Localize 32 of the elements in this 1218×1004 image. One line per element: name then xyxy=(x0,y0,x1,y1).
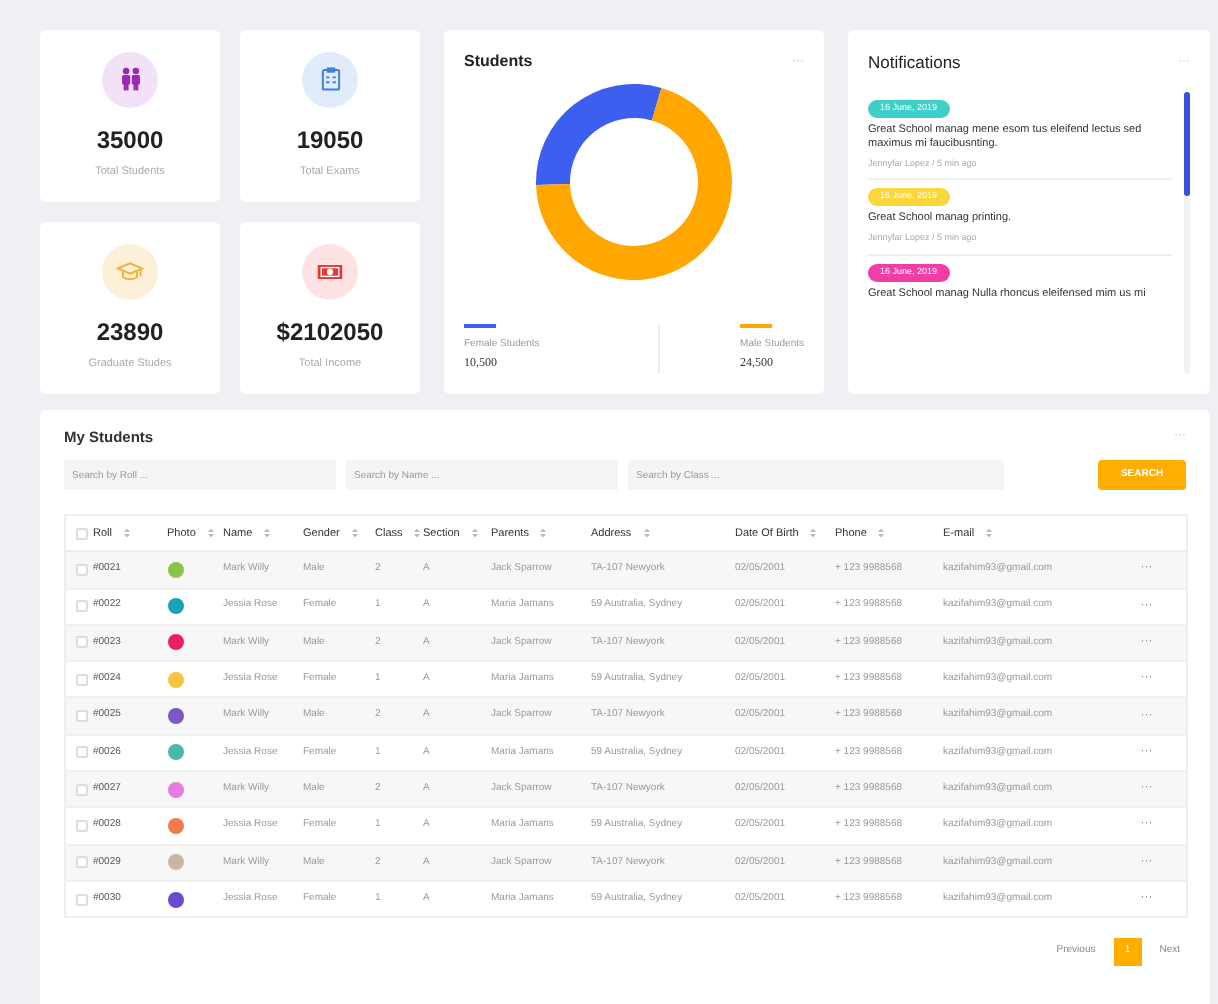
sort-icon[interactable] xyxy=(986,528,993,539)
scrollbar-thumb[interactable] xyxy=(1184,91,1190,196)
sort-icon[interactable] xyxy=(810,528,817,539)
stat-value: 19050 xyxy=(296,123,364,158)
sort-icon[interactable] xyxy=(540,528,547,539)
card-title: Students xyxy=(464,50,533,74)
clipboard-icon xyxy=(317,66,343,93)
stat-value: $2102050 xyxy=(276,315,384,350)
checkbox[interactable] xyxy=(76,600,88,613)
checkbox[interactable] xyxy=(76,563,88,576)
checkbox[interactable] xyxy=(76,819,88,832)
checkbox[interactable] xyxy=(76,746,88,759)
card-title: Notifications xyxy=(868,50,961,76)
sort-icon[interactable] xyxy=(643,528,650,539)
checkbox[interactable] xyxy=(76,673,88,686)
checkbox[interactable] xyxy=(76,783,88,796)
stat-value: 35000 xyxy=(96,123,164,158)
checkbox[interactable] xyxy=(76,893,88,906)
sort-icon[interactable] xyxy=(123,528,130,539)
checkbox[interactable] xyxy=(76,856,88,869)
sort-icon[interactable] xyxy=(351,528,358,539)
checkbox[interactable] xyxy=(76,636,88,649)
sort-icon[interactable] xyxy=(264,528,271,539)
sort-icon[interactable] xyxy=(414,528,421,539)
checkbox[interactable] xyxy=(76,527,88,540)
sort-icon[interactable] xyxy=(878,528,885,539)
sort-icon[interactable] xyxy=(207,528,214,539)
graduation-cap-icon xyxy=(116,257,144,286)
sort-icon[interactable] xyxy=(471,528,478,539)
stat-value: 23890 xyxy=(96,315,164,350)
people-icon xyxy=(117,66,143,93)
checkbox[interactable] xyxy=(76,710,88,723)
